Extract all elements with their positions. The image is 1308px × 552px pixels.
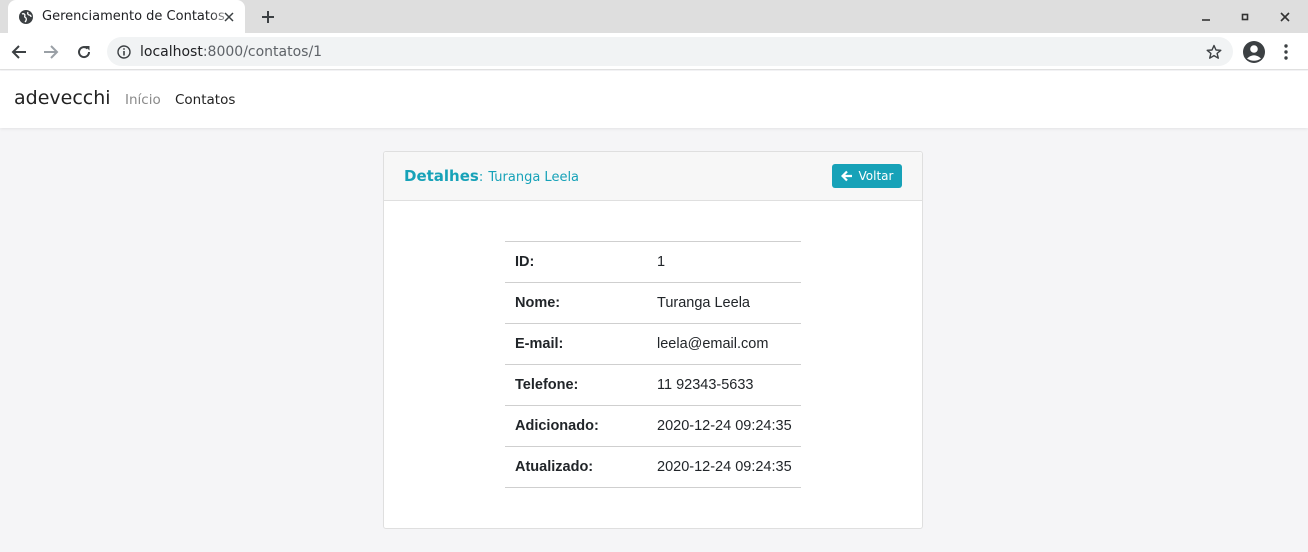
url-host: localhost	[140, 43, 203, 60]
row-key: E-mail:	[505, 323, 647, 365]
table-row: Nome: Turanga Leela	[505, 282, 801, 324]
row-key: Atualizado:	[505, 446, 647, 488]
nav-link-contatos[interactable]: Contatos	[175, 92, 235, 108]
table-row: E-mail: leela@email.com	[505, 323, 801, 365]
row-key: Telefone:	[505, 364, 647, 406]
row-key: ID:	[505, 241, 647, 283]
url-text: localhost:8000/contatos/1	[140, 44, 322, 60]
card-title: Detalhes: Turanga Leela	[404, 166, 579, 185]
row-value: 2020-12-24 09:24:35	[647, 405, 801, 447]
new-tab-button[interactable]	[257, 6, 279, 28]
table-row: ID: 1	[505, 241, 801, 283]
url-path: :8000/contatos/1	[202, 43, 323, 60]
browser-toolbar: localhost:8000/contatos/1	[0, 33, 1308, 70]
close-icon[interactable]	[221, 9, 237, 25]
browser-tab[interactable]: Gerenciamento de Contatos	[8, 0, 245, 33]
bookmark-star-icon[interactable]	[1205, 43, 1223, 61]
card-title-separator: :	[478, 170, 484, 185]
address-bar[interactable]: localhost:8000/contatos/1	[107, 37, 1233, 66]
details-card: Detalhes: Turanga Leela Voltar ID: 1 Nom…	[383, 151, 923, 529]
details-table: ID: 1 Nome: Turanga Leela E-mail: leela@…	[505, 241, 801, 488]
row-value: 1	[647, 241, 801, 283]
row-key: Adicionado:	[505, 405, 647, 447]
arrow-left-icon	[840, 170, 853, 182]
globe-icon	[18, 9, 34, 25]
back-button-label: Voltar	[858, 169, 894, 183]
card-title-name: Turanga Leela	[488, 170, 580, 185]
row-value: 2020-12-24 09:24:35	[647, 446, 801, 488]
forward-arrow-icon[interactable]	[38, 39, 64, 65]
table-row: Atualizado: 2020-12-24 09:24:35	[505, 446, 801, 488]
window-close-icon[interactable]	[1275, 7, 1295, 27]
card-title-label: Detalhes	[404, 167, 479, 185]
tab-title: Gerenciamento de Contatos	[42, 9, 225, 24]
back-arrow-icon[interactable]	[6, 39, 32, 65]
maximize-icon[interactable]	[1235, 7, 1255, 27]
row-value: Turanga Leela	[647, 282, 801, 324]
reload-icon[interactable]	[71, 39, 97, 65]
minimize-icon[interactable]	[1196, 7, 1216, 27]
table-row: Adicionado: 2020-12-24 09:24:35	[505, 405, 801, 447]
brand-link[interactable]: adevecchi	[14, 87, 111, 109]
row-key: Nome:	[505, 282, 647, 324]
kebab-menu-icon[interactable]	[1278, 40, 1294, 64]
card-header: Detalhes: Turanga Leela Voltar	[384, 152, 922, 201]
table-row: Telefone: 11 92343-5633	[505, 364, 801, 406]
browser-tabstrip: Gerenciamento de Contatos	[0, 0, 1308, 33]
row-value: 11 92343-5633	[647, 364, 801, 406]
account-icon[interactable]	[1242, 40, 1266, 64]
info-icon[interactable]	[116, 44, 132, 60]
row-value: leela@email.com	[647, 323, 801, 365]
nav-link-inicio[interactable]: Início	[125, 92, 161, 108]
site-navbar: adevecchi Início Contatos	[0, 71, 1308, 128]
back-button[interactable]: Voltar	[832, 164, 902, 188]
